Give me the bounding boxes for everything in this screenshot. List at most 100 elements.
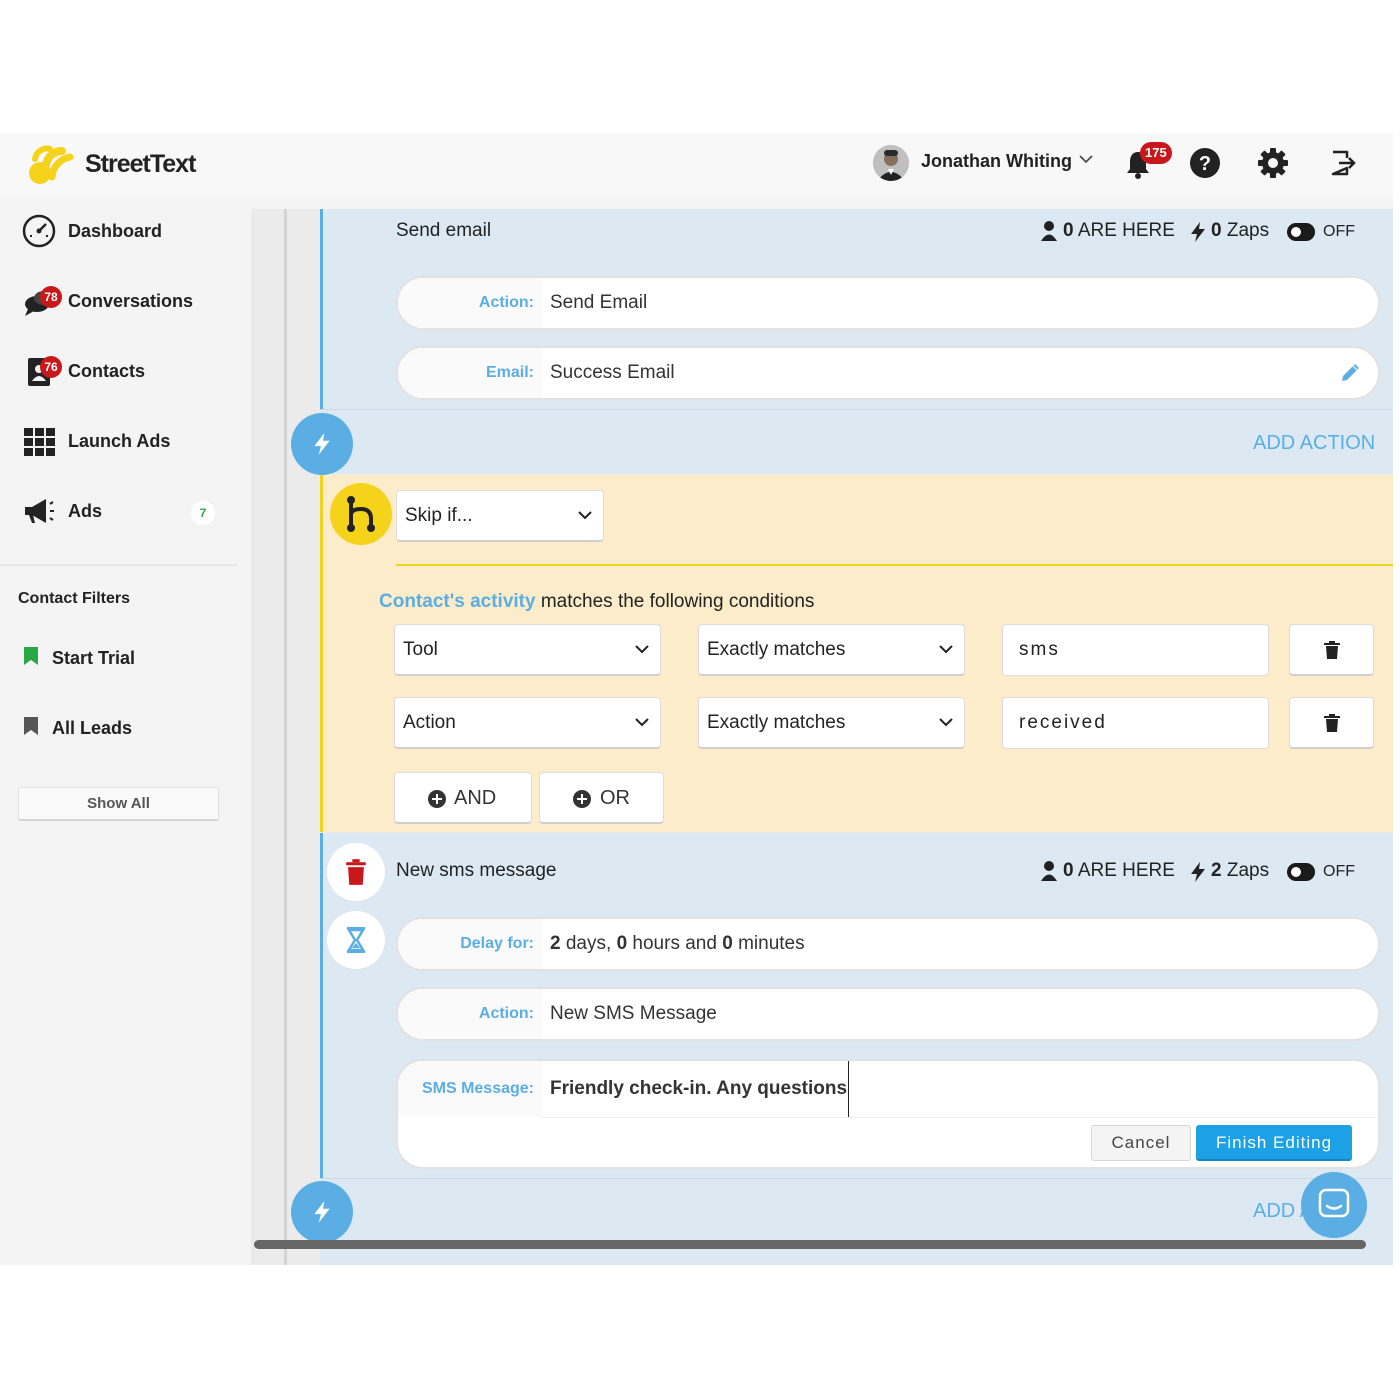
chevron-down-icon — [635, 645, 649, 654]
horizontal-scrollbar[interactable] — [254, 1240, 1366, 1249]
field-label: SMS Message: — [398, 1061, 542, 1117]
activity-link[interactable]: Contact's activity — [379, 591, 536, 612]
chat-launcher-button[interactable] — [1301, 1172, 1367, 1238]
trash-icon — [346, 859, 366, 885]
delete-condition-button[interactable] — [1289, 697, 1374, 749]
button-label: AND — [454, 787, 497, 809]
brand-name: StreetText — [85, 150, 196, 178]
add-or-condition-button[interactable]: OR — [539, 772, 664, 824]
input-value: received — [1019, 712, 1107, 733]
megaphone-icon — [25, 499, 54, 523]
sidebar-item-dashboard[interactable]: Dashboard — [0, 200, 237, 260]
condition-divider — [396, 564, 1393, 566]
bolt-icon — [1191, 862, 1205, 882]
condition-operator-select[interactable]: Exactly matches — [698, 624, 965, 676]
sidebar-item-conversations[interactable]: 78 Conversations — [0, 270, 237, 330]
cancel-button[interactable]: Cancel — [1091, 1125, 1191, 1161]
field-label: Delay for: — [398, 919, 542, 969]
pencil-icon[interactable] — [1338, 361, 1362, 385]
condition-value-input[interactable]: sms — [1002, 624, 1269, 676]
delay-circle[interactable] — [327, 911, 385, 969]
speedometer-icon — [22, 214, 56, 248]
bolt-icon — [314, 433, 330, 455]
filter-item-all-leads[interactable]: All Leads — [0, 702, 237, 752]
chevron-down-icon — [939, 718, 953, 727]
bolt-icon — [1191, 222, 1205, 242]
conversations-badge: 78 — [40, 286, 62, 308]
skip-if-select[interactable]: Skip if... — [396, 490, 604, 542]
add-action-circle-button[interactable] — [291, 413, 353, 475]
svg-text:?: ? — [1199, 153, 1211, 175]
action-field[interactable]: Action: New SMS Message — [396, 987, 1380, 1041]
condition-value-input[interactable]: received — [1002, 697, 1269, 749]
sidebar-item-launch-ads[interactable]: Launch Ads — [0, 410, 237, 470]
user-avatar[interactable] — [873, 145, 909, 181]
plus-circle-icon — [573, 790, 591, 808]
logout-icon[interactable] — [1329, 149, 1357, 177]
step-line — [320, 833, 323, 1178]
condition-operator-select[interactable]: Exactly matches — [698, 697, 965, 749]
step-line — [320, 209, 323, 409]
step-toggle[interactable] — [1287, 863, 1315, 881]
filter-item-start-trial[interactable]: Start Trial — [0, 632, 237, 682]
workflow-rail — [284, 209, 287, 1265]
user-icon — [1041, 861, 1057, 881]
hourglass-icon — [346, 927, 366, 953]
show-all-button[interactable]: Show All — [18, 787, 219, 821]
user-name[interactable]: Jonathan Whiting — [921, 151, 1072, 172]
select-value: Exactly matches — [707, 639, 846, 660]
bookmark-icon — [24, 647, 38, 665]
sidebar-item-ads[interactable]: Ads 7 — [0, 480, 237, 540]
add-action-circle-button[interactable] — [291, 1181, 353, 1243]
email-field[interactable]: Email: Success Email — [396, 346, 1380, 400]
delete-step-button[interactable] — [327, 843, 385, 901]
action-field[interactable]: Action: Send Email — [396, 276, 1380, 330]
workflow-canvas: Send email 0 ARE HERE 0 Zaps OFF Action:… — [251, 209, 1393, 1265]
gear-icon[interactable] — [1257, 147, 1289, 179]
branch-circle — [330, 483, 392, 545]
trash-icon — [1324, 641, 1340, 659]
chevron-down-icon — [635, 718, 649, 727]
delete-condition-button[interactable] — [1289, 624, 1374, 676]
field-value: Success Email — [550, 362, 675, 383]
sidebar-item-label: Launch Ads — [68, 431, 171, 451]
field-value: Send Email — [550, 292, 648, 313]
chat-icon — [1318, 1188, 1350, 1218]
step-title: Send email — [396, 220, 492, 241]
sms-message-editor: SMS Message: Friendly check-in. Any ques… — [396, 1059, 1380, 1169]
help-icon[interactable]: ? — [1189, 147, 1221, 179]
select-value: Exactly matches — [707, 712, 846, 733]
grid-icon — [24, 428, 55, 456]
notifications-badge[interactable]: 175 — [1140, 142, 1172, 164]
condition-field-select[interactable]: Action — [394, 697, 661, 749]
finish-editing-button[interactable]: Finish Editing — [1196, 1125, 1352, 1161]
chevron-down-icon[interactable] — [1078, 153, 1094, 165]
button-label: OR — [600, 787, 630, 809]
bookmark-icon — [24, 717, 38, 735]
sidebar-divider — [0, 564, 237, 566]
delay-field[interactable]: Delay for: 2 days, 0 hours and 0 minutes — [396, 917, 1380, 971]
people-here-stat: 0 ARE HERE — [1063, 860, 1175, 881]
trash-icon — [1324, 714, 1340, 732]
streettext-logo-icon — [29, 145, 74, 184]
divider — [320, 1178, 1393, 1179]
sidebar-item-label: Contacts — [68, 361, 146, 381]
zaps-stat: 2 Zaps — [1211, 860, 1270, 881]
condition-field-select[interactable]: Tool — [394, 624, 661, 676]
sms-message-input[interactable]: Friendly check-in. Any questions — [550, 1061, 850, 1117]
select-value: Skip if... — [405, 505, 473, 526]
sidebar-item-contacts[interactable]: 76 Contacts — [0, 340, 237, 400]
user-icon — [1041, 221, 1057, 241]
field-value: New SMS Message — [550, 1003, 717, 1024]
contacts-badge: 76 — [40, 356, 62, 378]
step-toggle[interactable] — [1287, 223, 1315, 241]
plus-circle-icon — [428, 790, 446, 808]
contact-filters-title: Contact Filters — [18, 590, 131, 607]
field-value: 2 days, 0 hours and 0 minutes — [550, 933, 805, 954]
field-label: Action: — [398, 278, 542, 328]
add-action-link[interactable]: ADD ACTION — [1253, 432, 1375, 455]
toggle-label: OFF — [1323, 223, 1355, 240]
add-and-condition-button[interactable]: AND — [394, 772, 532, 824]
filter-label: Start Trial — [52, 648, 136, 668]
step-new-sms — [320, 833, 1393, 1265]
